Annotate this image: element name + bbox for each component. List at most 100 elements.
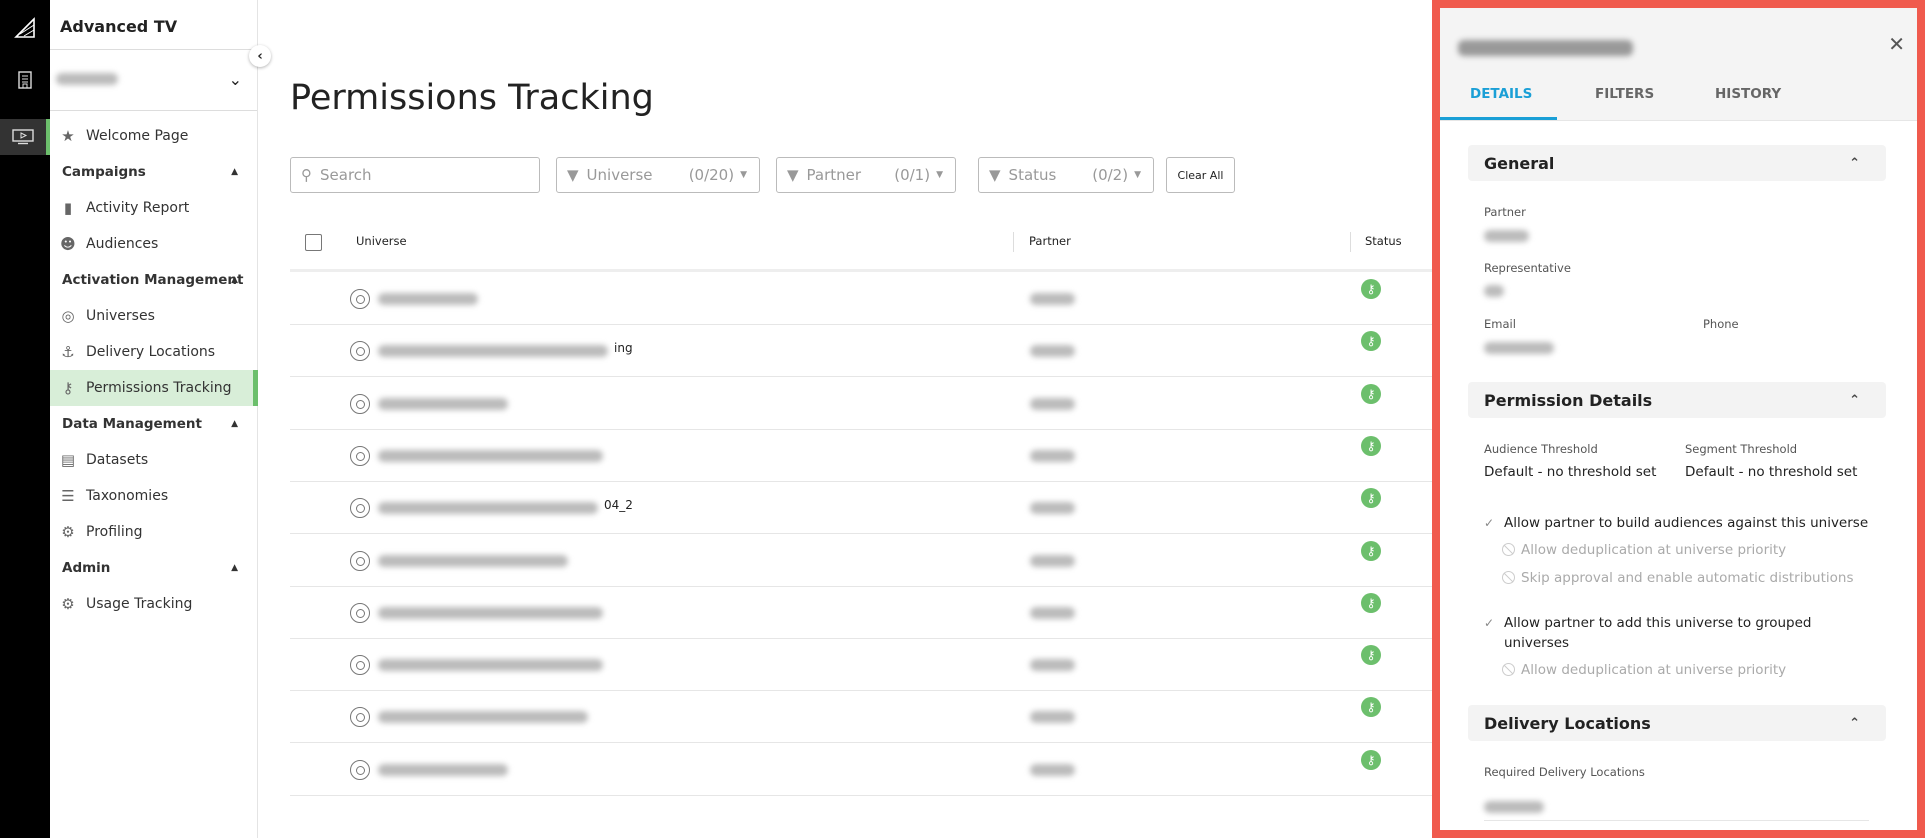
sidebar-item-usage-tracking[interactable]: ⚙ Usage Tracking xyxy=(50,586,258,622)
select-all-checkbox[interactable] xyxy=(305,234,322,251)
sidebar-section-activation-management[interactable]: Activation Management ▲ xyxy=(50,262,258,298)
item-label: Allow partner to add this universe to gr… xyxy=(1504,615,1812,651)
caret-up-icon: ▲ xyxy=(231,275,238,285)
sidebar-item-label: Taxonomies xyxy=(86,488,169,504)
item-label: Allow deduplication at universe priority xyxy=(1521,542,1787,558)
table-row[interactable]: ⚷ xyxy=(290,586,1432,638)
sidebar-item-label: Profiling xyxy=(86,524,143,540)
partner-redacted xyxy=(1030,763,1075,776)
tab-history[interactable]: HISTORY xyxy=(1715,86,1781,102)
table-row[interactable]: ⚷ xyxy=(290,743,1432,795)
section-delivery-header[interactable]: Delivery Locations ⌃ xyxy=(1468,705,1886,741)
column-separator[interactable] xyxy=(1013,232,1014,252)
sidebar-item-taxonomies[interactable]: ☰ Taxonomies xyxy=(50,478,258,514)
table-row[interactable]: ⚷ xyxy=(290,272,1432,324)
sidebar-item-label: Activity Report xyxy=(86,200,190,216)
sidebar-item-universes[interactable]: ◎ Universes xyxy=(50,298,258,334)
partner-redacted xyxy=(1030,345,1075,358)
column-header-universe[interactable]: Universe xyxy=(356,234,407,248)
key-icon: ⚷ xyxy=(1361,488,1381,509)
sidebar-item-profiling[interactable]: ⚙ Profiling xyxy=(50,514,258,550)
panel-header: ✕ DETAILS FILTERS HISTORY xyxy=(1440,8,1917,121)
tv-icon[interactable] xyxy=(0,119,50,155)
sidebar-item-audiences[interactable]: ☻ Audiences xyxy=(50,226,258,262)
audience-threshold-label: Audience Threshold xyxy=(1484,442,1598,456)
partner-redacted xyxy=(1030,606,1075,619)
table-row[interactable]: 04_2 ⚷ xyxy=(290,481,1432,533)
universe-name-visible: ing xyxy=(614,341,633,356)
table-row[interactable]: ⚷ xyxy=(290,534,1432,586)
tab-filters[interactable]: FILTERS xyxy=(1595,86,1654,102)
sidebar-item-label: Delivery Locations xyxy=(86,344,216,360)
key-icon: ⚷ xyxy=(1361,749,1381,770)
app-rail xyxy=(0,0,50,838)
allow-grouped-item: ✓ Allow partner to add this universe to g… xyxy=(1484,613,1814,653)
universe-icon xyxy=(350,498,370,519)
sidebar-section-campaigns[interactable]: Campaigns ▲ xyxy=(50,154,258,190)
caret-up-icon: ▲ xyxy=(231,419,238,429)
sidebar-item-welcome-page[interactable]: ★ Welcome Page xyxy=(50,118,258,154)
sidebar-section-data-management[interactable]: Data Management ▲ xyxy=(50,406,258,442)
clear-all-button[interactable]: Clear All xyxy=(1166,157,1235,193)
search-input[interactable]: ⚲ Search xyxy=(290,157,540,193)
close-icon[interactable]: ✕ xyxy=(1888,32,1905,56)
status-filter[interactable]: ▼ Status (0/2) ▼ xyxy=(978,157,1154,193)
column-separator[interactable] xyxy=(1350,232,1351,252)
item-label: Allow deduplication at universe priority xyxy=(1521,662,1787,678)
sidebar-section-admin[interactable]: Admin ▲ xyxy=(50,550,258,586)
universe-icon xyxy=(350,445,370,466)
chevron-up-icon: ⌃ xyxy=(1849,392,1860,408)
partner-value-redacted xyxy=(1484,230,1529,242)
item-label: Allow partner to build audiences against… xyxy=(1504,515,1869,531)
universe-filter[interactable]: ▼ Universe (0/20) ▼ xyxy=(556,157,760,193)
account-dropdown[interactable]: ⌄ xyxy=(56,62,252,102)
search-icon: ⚲ xyxy=(301,166,312,184)
details-panel: ✕ DETAILS FILTERS HISTORY General ⌃ Partn… xyxy=(1432,0,1925,838)
table-row[interactable]: ing ⚷ xyxy=(290,324,1432,376)
key-icon: ⚷ xyxy=(1361,540,1381,561)
sidebar-item-permissions-tracking[interactable]: ⚷ Permissions Tracking xyxy=(50,370,258,406)
sidebar-item-label: Data Management xyxy=(62,416,202,432)
panel-title-redacted xyxy=(1458,40,1633,56)
caret-down-icon: ▼ xyxy=(740,170,747,180)
universe-name-redacted xyxy=(378,345,608,358)
column-header-status[interactable]: Status xyxy=(1365,234,1402,248)
disabled-icon xyxy=(1502,543,1515,556)
sidebar-item-datasets[interactable]: ▤ Datasets xyxy=(50,442,258,478)
key-icon: ⚷ xyxy=(1361,697,1381,718)
sidebar-item-label: Admin xyxy=(62,560,111,576)
key-icon: ⚷ xyxy=(1361,435,1381,456)
app-title: Advanced TV xyxy=(60,17,178,36)
sidebar-item-delivery-locations[interactable]: ⚓ Delivery Locations xyxy=(50,334,258,370)
key-icon: ⚷ xyxy=(1361,279,1381,299)
divider xyxy=(50,110,257,111)
tab-details[interactable]: DETAILS xyxy=(1470,86,1532,102)
section-permission-header[interactable]: Permission Details ⌃ xyxy=(1468,382,1886,418)
chevron-up-icon: ⌃ xyxy=(1849,715,1860,731)
collapse-sidebar-button[interactable]: ‹ xyxy=(249,45,271,67)
table-row[interactable]: ⚷ xyxy=(290,690,1432,742)
sidebar-item-label: Universes xyxy=(86,308,155,324)
divider xyxy=(1484,820,1869,821)
segment-threshold-label: Segment Threshold xyxy=(1685,442,1798,456)
universe-name-visible: 04_2 xyxy=(604,498,633,513)
sidebar-item-activity-report[interactable]: ▮ Activity Report xyxy=(50,190,258,226)
column-header-partner[interactable]: Partner xyxy=(1029,234,1071,248)
partner-filter[interactable]: ▼ Partner (0/1) ▼ xyxy=(776,157,956,193)
table-row[interactable]: ⚷ xyxy=(290,377,1432,429)
dedup-item: Allow deduplication at universe priority xyxy=(1502,662,1786,678)
check-icon: ✓ xyxy=(1484,616,1495,630)
universe-name-redacted xyxy=(378,659,603,672)
building-icon[interactable] xyxy=(0,62,50,98)
table-row[interactable]: ⚷ xyxy=(290,638,1432,690)
caret-down-icon: ▼ xyxy=(1134,170,1141,180)
table-row[interactable]: ⚷ xyxy=(290,429,1432,481)
disabled-icon xyxy=(1502,571,1515,584)
partner-redacted xyxy=(1030,449,1075,462)
universe-name-redacted xyxy=(378,711,588,724)
section-general-header[interactable]: General ⌃ xyxy=(1468,145,1886,181)
universe-name-redacted xyxy=(378,502,598,515)
star-icon: ★ xyxy=(61,127,75,145)
universe-name-redacted xyxy=(378,606,603,619)
filter-count: (0/2) xyxy=(1092,166,1129,184)
